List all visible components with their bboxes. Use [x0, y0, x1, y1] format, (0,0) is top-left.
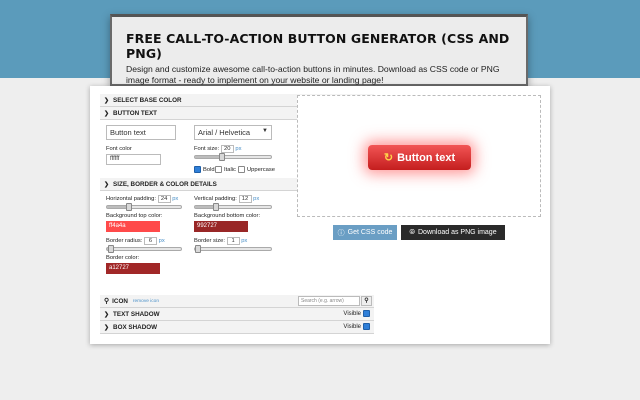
vpad-label: Vertical padding:	[194, 196, 237, 202]
checkbox-icon[interactable]	[238, 166, 245, 173]
download-icon: ⦾	[409, 228, 415, 236]
checkbox-icon[interactable]	[363, 323, 370, 330]
hpad-slider[interactable]	[106, 203, 182, 211]
box-shadow-label: BOX SHADOW	[113, 323, 158, 331]
font-family-value: Arial / Helvetica	[198, 128, 251, 137]
chevron-down-icon: ❯	[104, 110, 110, 117]
chevron-down-icon: ❯	[104, 181, 110, 188]
remove-icon-link[interactable]: remove icon	[133, 299, 159, 304]
get-css-button[interactable]: ⓘ Get CSS code	[333, 225, 397, 240]
italic-checkbox[interactable]: Italic	[215, 166, 236, 173]
chevron-right-icon: ❯	[104, 97, 110, 104]
vpad-slider[interactable]	[194, 203, 272, 211]
chevron-right-icon: ❯	[104, 311, 110, 318]
slider-handle[interactable]	[218, 153, 225, 161]
checkbox-icon[interactable]	[363, 310, 370, 317]
font-family-select[interactable]: Arial / Helvetica ▼	[194, 125, 272, 140]
vpad-input[interactable]: 12	[238, 195, 252, 203]
button-preview-area: ↻ Button text	[297, 95, 541, 217]
visible-label: Visible	[343, 310, 361, 317]
text-shadow-visible-toggle[interactable]: Visible	[343, 310, 370, 317]
base-color-label: SELECT BASE COLOR	[113, 96, 182, 104]
radius-row: Border radius: 6 px	[106, 237, 165, 245]
checkbox-icon[interactable]	[194, 166, 201, 173]
bold-checkbox[interactable]: Bold	[194, 166, 215, 173]
generator-panel: ❯ SELECT BASE COLOR b32e2e ❯ BUTTON TEXT…	[90, 86, 550, 344]
bg-bottom-color-input[interactable]: 992727	[194, 221, 248, 232]
hpad-label: Horizontal padding:	[106, 196, 156, 202]
get-css-label: Get CSS code	[347, 229, 393, 236]
text-shadow-label: TEXT SHADOW	[113, 310, 160, 318]
font-size-row: Font size: 20 px	[194, 145, 242, 153]
chevron-down-icon: ▼	[262, 128, 268, 134]
slider-handle[interactable]	[213, 203, 220, 211]
bold-label: Bold	[203, 166, 215, 173]
uppercase-label: Uppercase	[247, 166, 276, 173]
hpad-row: Horizontal padding: 24 px	[106, 195, 178, 203]
search-icon[interactable]: ⚲	[361, 296, 372, 306]
border-size-unit: px	[241, 238, 248, 244]
icon-section-label: ICON	[112, 297, 128, 305]
border-size-label: Border size:	[194, 238, 225, 244]
button-text-label: BUTTON TEXT	[113, 109, 157, 117]
button-text-input[interactable]: Button text	[106, 125, 176, 140]
font-size-label: Font size:	[194, 146, 220, 152]
font-size-input[interactable]: 20	[220, 145, 234, 153]
size-section-label: SIZE, BORDER & COLOR DETAILS	[113, 180, 217, 188]
border-color-label: Border color:	[106, 255, 140, 261]
hpad-unit: px	[172, 196, 179, 202]
icon-section[interactable]: ⚲ ICON remove icon Search (e.g. arrow) ⚲	[100, 295, 374, 308]
refresh-icon: ↻	[383, 152, 394, 164]
border-size-slider[interactable]	[194, 245, 272, 253]
search-icon: ⚲	[104, 298, 110, 305]
icon-search-input[interactable]: Search (e.g. arrow)	[298, 296, 360, 306]
download-png-button[interactable]: ⦾ Download as PNG image	[401, 225, 505, 240]
radius-label: Border radius:	[106, 238, 143, 244]
preview-button[interactable]: ↻ Button text	[368, 145, 471, 170]
vpad-row: Vertical padding: 12 px	[194, 195, 259, 203]
border-color-input[interactable]: a12727	[106, 263, 160, 274]
bg-top-color-input[interactable]: ff4a4a	[106, 221, 160, 232]
slider-handle[interactable]	[126, 203, 133, 211]
slider-fill	[195, 156, 222, 158]
chevron-right-icon: ❯	[104, 324, 110, 331]
bg-bottom-label: Background bottom color:	[194, 213, 261, 219]
vpad-unit: px	[253, 196, 260, 202]
page-title: FREE CALL-TO-ACTION BUTTON GENERATOR (CS…	[126, 31, 510, 61]
box-shadow-section[interactable]: ❯ BOX SHADOW Visible	[100, 321, 374, 334]
radius-input[interactable]: 6	[144, 237, 158, 245]
preview-button-label: Button text	[397, 151, 456, 164]
border-size-input[interactable]: 1	[226, 237, 240, 245]
italic-label: Italic	[224, 166, 236, 173]
box-shadow-visible-toggle[interactable]: Visible	[343, 323, 370, 330]
font-size-slider[interactable]	[194, 153, 272, 161]
text-shadow-section[interactable]: ❯ TEXT SHADOW Visible	[100, 308, 374, 321]
visible-label: Visible	[343, 323, 361, 330]
radius-unit: px	[158, 238, 165, 244]
bg-top-label: Background top color:	[106, 213, 163, 219]
font-color-label: Font color	[106, 146, 132, 152]
font-color-input[interactable]: ffffff	[106, 154, 161, 165]
hpad-input[interactable]: 24	[157, 195, 171, 203]
radius-slider[interactable]	[106, 245, 182, 253]
slider-handle[interactable]	[107, 245, 114, 253]
font-size-unit: px	[235, 146, 242, 152]
page-header: FREE CALL-TO-ACTION BUTTON GENERATOR (CS…	[110, 14, 528, 86]
info-icon: ⓘ	[337, 229, 345, 237]
slider-handle[interactable]	[195, 245, 201, 253]
uppercase-checkbox[interactable]: Uppercase	[238, 166, 275, 173]
border-size-row: Border size: 1 px	[194, 237, 247, 245]
page-description: Design and customize awesome call-to-act…	[126, 64, 500, 85]
checkbox-icon[interactable]	[215, 166, 222, 173]
download-png-label: Download as PNG image	[418, 229, 497, 236]
